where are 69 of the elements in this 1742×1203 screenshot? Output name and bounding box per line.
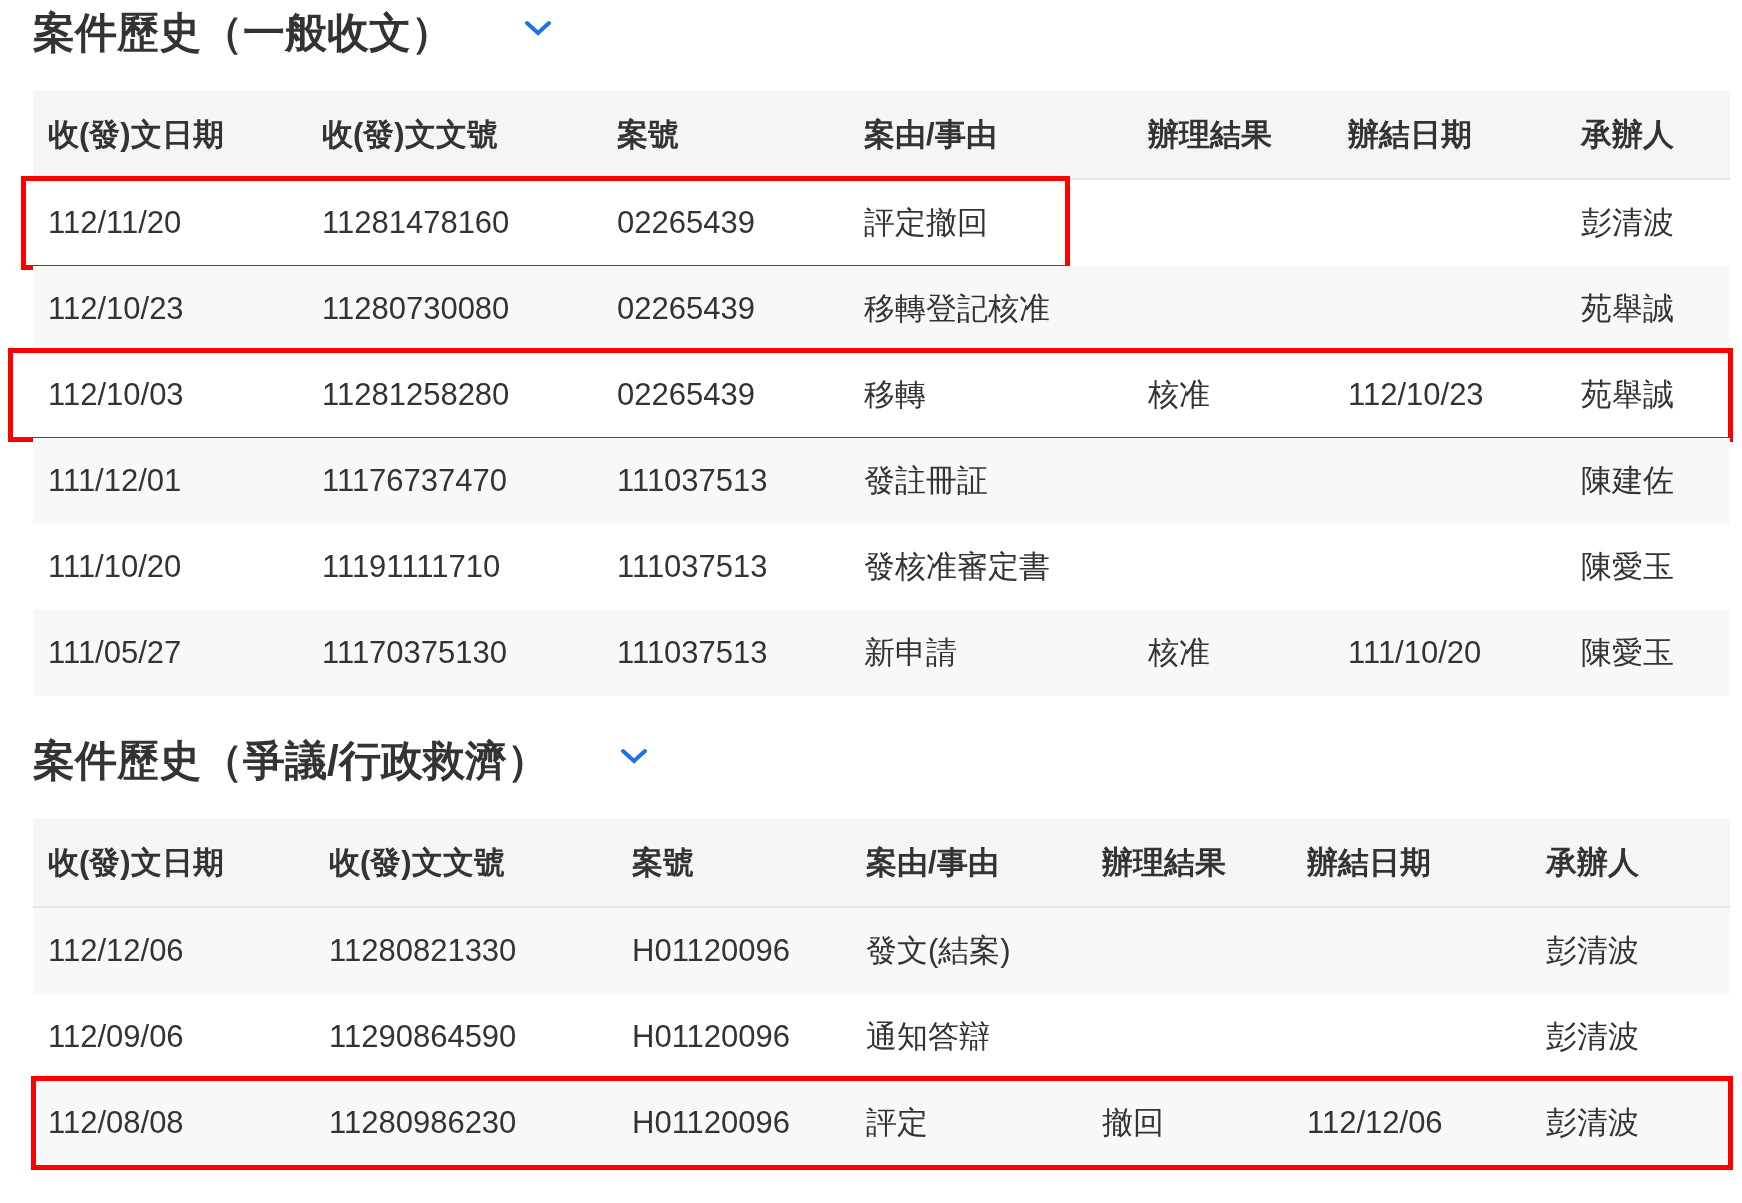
column-header: 收(發)文文號 bbox=[322, 115, 499, 154]
column-header: 辦結日期 bbox=[1348, 115, 1473, 154]
table-cell-text: 彭清波 bbox=[1546, 1104, 1640, 1142]
table-cell-text: 11170375130 bbox=[322, 635, 509, 671]
table-cell-text: 112/12/06 bbox=[48, 933, 185, 969]
column-header: 收(發)文日期 bbox=[48, 115, 225, 154]
table-cell-text: 112/12/06 bbox=[1307, 1105, 1444, 1141]
column-header: 案由/事由 bbox=[864, 115, 998, 154]
table-cell-text: 112/10/03 bbox=[48, 377, 185, 413]
table-cell-text: 11281258280 bbox=[322, 377, 511, 413]
column-header: 案由/事由 bbox=[866, 843, 1000, 882]
table-cell-text: H01120096 bbox=[632, 933, 791, 969]
table-cell-text: 陳建佐 bbox=[1581, 462, 1675, 500]
column-header: 辦理結果 bbox=[1148, 115, 1273, 154]
column-header: 辦結日期 bbox=[1307, 843, 1432, 882]
table-cell-text: 11290864590 bbox=[329, 1019, 518, 1055]
table-cell-text: 111/12/01 bbox=[48, 463, 183, 499]
column-header: 承辦人 bbox=[1546, 843, 1640, 882]
table-cell-text: 新申請 bbox=[864, 634, 958, 672]
column-header: 案號 bbox=[617, 115, 680, 154]
table-cell-text: 02265439 bbox=[617, 291, 756, 327]
table-cell-text: 111037513 bbox=[617, 463, 769, 499]
table-cell-text: 核准 bbox=[1148, 634, 1211, 672]
table-cell-text: 11281478160 bbox=[322, 205, 511, 241]
table-cell-text: H01120096 bbox=[632, 1019, 791, 1055]
table-cell-text: 發核准審定書 bbox=[864, 548, 1051, 586]
table-cell-text: 彭清波 bbox=[1546, 1018, 1640, 1056]
table-cell-text: 111/10/20 bbox=[48, 549, 183, 585]
table-cell-text: 02265439 bbox=[617, 205, 756, 241]
table-cell-text: 11280821330 bbox=[329, 933, 518, 969]
table-cell-text: 彭清波 bbox=[1546, 932, 1640, 970]
column-header: 收(發)文日期 bbox=[48, 843, 225, 882]
table-cell-text: 11176737470 bbox=[322, 463, 509, 499]
table-cell-text: 111037513 bbox=[617, 635, 769, 671]
table-cell-text: 112/09/06 bbox=[48, 1019, 185, 1055]
table-cell-text: 苑舉誠 bbox=[1581, 290, 1675, 328]
table-cell-text: 112/10/23 bbox=[48, 291, 185, 327]
table-cell-text: 發註冊証 bbox=[864, 462, 989, 500]
table-cell-text: 陳愛玉 bbox=[1581, 634, 1675, 672]
table-cell-text: 111/05/27 bbox=[48, 635, 183, 671]
table-cell-text: 陳愛玉 bbox=[1581, 548, 1675, 586]
column-header: 案號 bbox=[632, 843, 695, 882]
chevron-icon[interactable] bbox=[618, 746, 649, 766]
table-cell-text: 112/11/20 bbox=[48, 205, 183, 241]
table-cell-text: 11191111710 bbox=[322, 549, 502, 585]
table-cell-text: 移轉 bbox=[864, 376, 927, 414]
table-cell-text: 彭清波 bbox=[1581, 204, 1675, 242]
table-cell-text: 評定 bbox=[866, 1104, 929, 1142]
table-cell-text: 11280986230 bbox=[329, 1105, 518, 1141]
column-header: 承辦人 bbox=[1581, 115, 1675, 154]
table-cell-text: 移轉登記核准 bbox=[864, 290, 1051, 328]
table-cell-text: 撤回 bbox=[1102, 1104, 1165, 1142]
table-cell-text: 111037513 bbox=[617, 549, 769, 585]
table-cell-text: 評定撤回 bbox=[864, 204, 989, 242]
table-cell-text: 11280730080 bbox=[322, 291, 511, 327]
chevron-icon[interactable] bbox=[523, 18, 553, 38]
table-cell-text: 通知答辯 bbox=[866, 1018, 991, 1056]
table-cell-text: 02265439 bbox=[617, 377, 756, 413]
column-header: 收(發)文文號 bbox=[329, 843, 506, 882]
section-title: 案件歷史（一般收文） bbox=[33, 8, 453, 58]
section-title: 案件歷史（爭議/行政救濟） bbox=[33, 736, 549, 786]
table-cell-text: 112/08/08 bbox=[48, 1105, 185, 1141]
column-header: 辦理結果 bbox=[1102, 843, 1227, 882]
table-cell-text: 112/10/23 bbox=[1348, 377, 1485, 413]
table-cell-text: 發文(結案) bbox=[866, 932, 1012, 970]
table-cell-text: H01120096 bbox=[632, 1105, 791, 1141]
table-cell-text: 苑舉誠 bbox=[1581, 376, 1675, 414]
table-cell-text: 111/10/20 bbox=[1348, 635, 1483, 671]
table-cell-text: 核准 bbox=[1148, 376, 1211, 414]
